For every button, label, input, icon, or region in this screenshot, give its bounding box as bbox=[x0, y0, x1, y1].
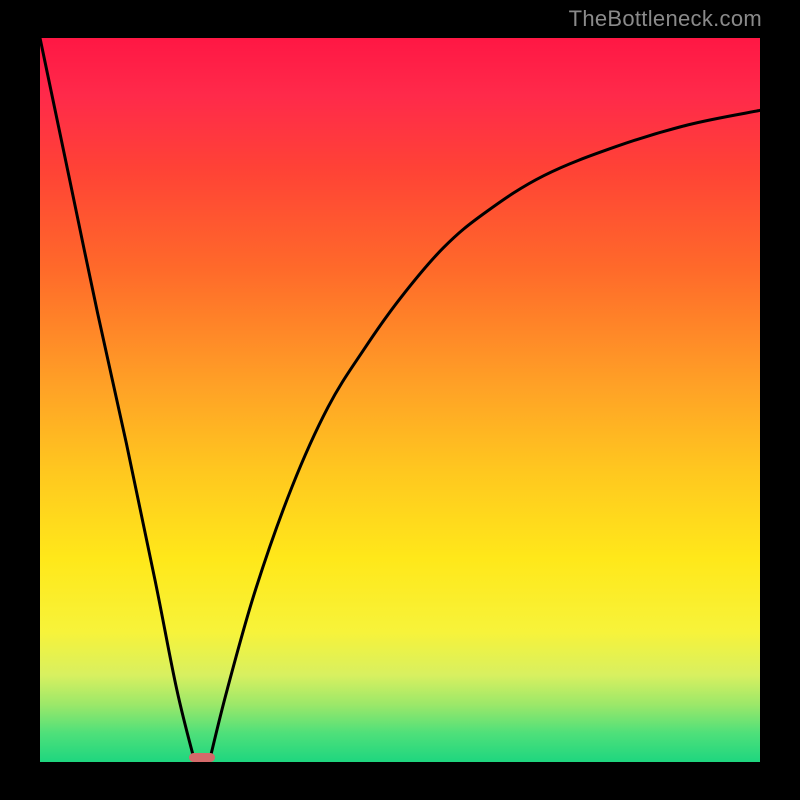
curve-right-branch bbox=[209, 110, 760, 762]
bottleneck-curve bbox=[40, 38, 760, 762]
min-point-marker bbox=[189, 753, 214, 762]
curve-left-branch bbox=[40, 38, 195, 762]
watermark-text: TheBottleneck.com bbox=[569, 6, 762, 32]
chart-frame: TheBottleneck.com bbox=[0, 0, 800, 800]
plot-area bbox=[40, 38, 760, 762]
